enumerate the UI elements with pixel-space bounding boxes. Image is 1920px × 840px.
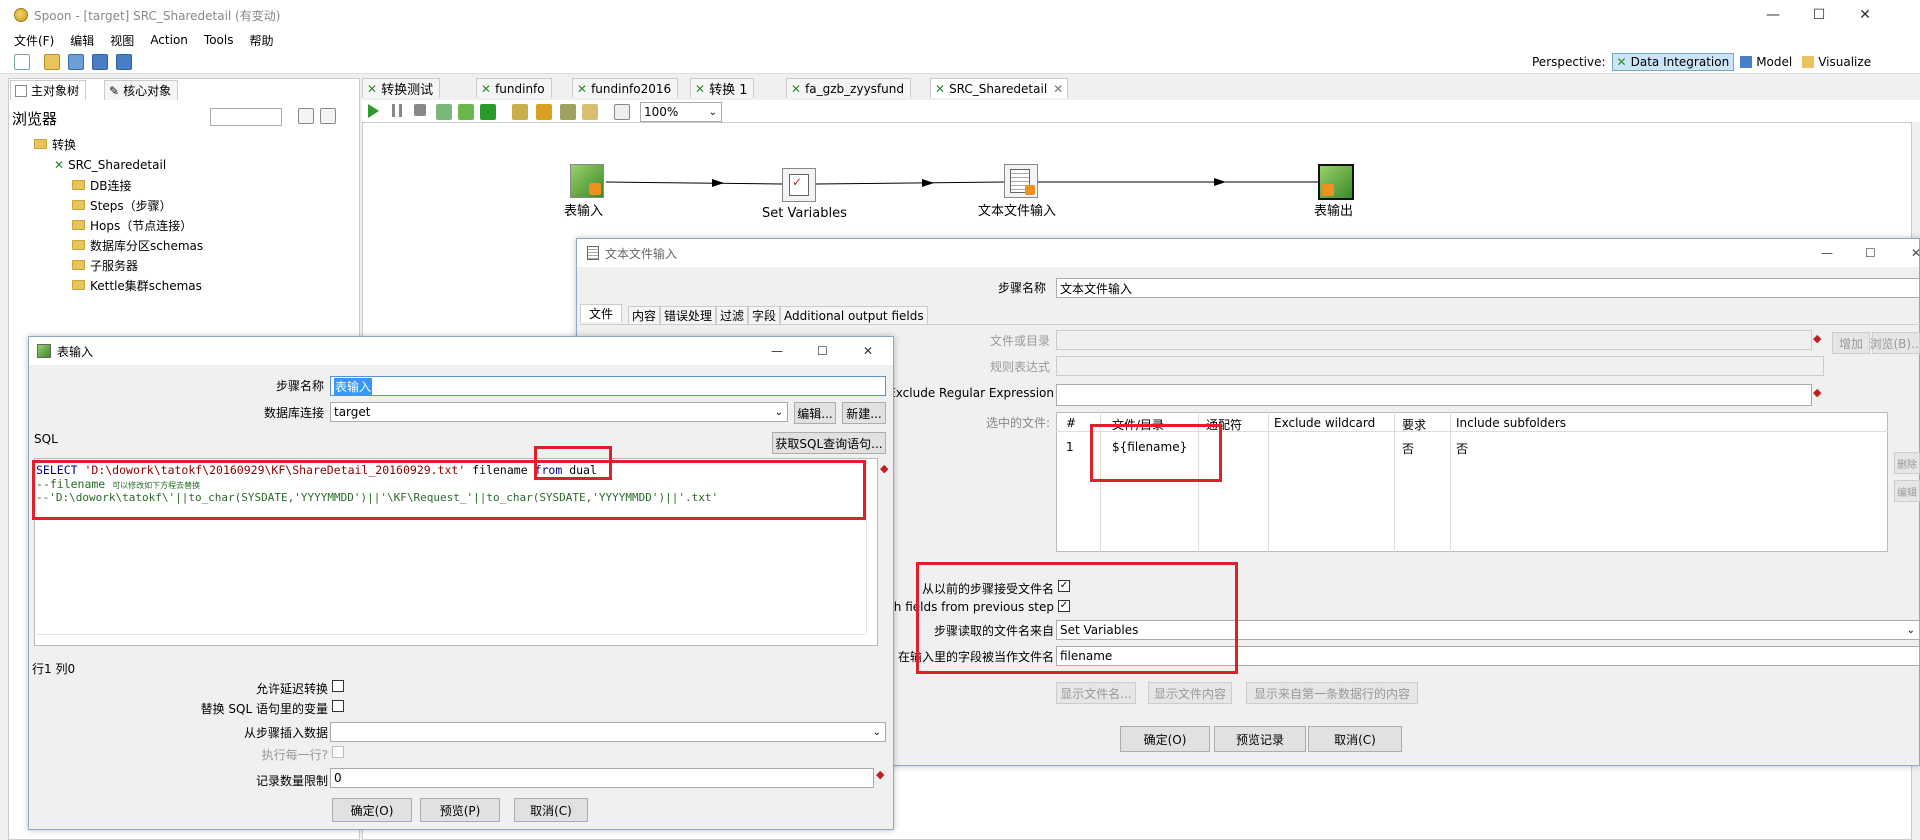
insert-from-step-select[interactable]: ⌄: [330, 722, 886, 742]
tab-additional-output[interactable]: Additional output fields: [780, 306, 928, 324]
hop-2-arrow: [922, 179, 934, 187]
col-header-subfolders: Include subfolders: [1456, 416, 1567, 430]
preview-button[interactable]: 预览(P): [420, 798, 500, 822]
step-name-input[interactable]: 文本文件输入: [1056, 278, 1920, 298]
maximize-button[interactable]: ☐: [1865, 246, 1876, 260]
dialog-title-bar: 文本文件输入 — ☐ ✕: [577, 239, 1920, 267]
db-connection-label: 数据库连接: [263, 406, 324, 420]
hop-2: [815, 181, 1005, 185]
table-input-icon: [589, 183, 601, 195]
tab-fields[interactable]: 字段: [748, 306, 781, 324]
cell-required: 否: [1402, 442, 1415, 456]
dialog-title: 文本文件输入: [605, 246, 678, 261]
node-table-output[interactable]: [1318, 164, 1354, 200]
show-file-content-button[interactable]: 显示文件内容: [1148, 682, 1232, 704]
node-label-table-input: 表输入: [564, 204, 604, 219]
db-connection-select[interactable]: target ⌄: [330, 402, 788, 422]
dialog-title-bar: 表输入 — ☐ ✕: [29, 337, 893, 365]
dialog-title: 表输入: [57, 344, 94, 359]
check-icon: ✓: [792, 175, 803, 189]
limit-input[interactable]: 0: [330, 768, 874, 788]
edit-connection-button[interactable]: 编辑...: [794, 402, 836, 424]
browse-button[interactable]: 浏览(B)...: [1869, 332, 1920, 354]
execute-each-row-label: 执行每一行?: [261, 748, 328, 762]
node-set-variables[interactable]: ✓: [782, 168, 816, 202]
col-divider: [1268, 412, 1269, 552]
cancel-button[interactable]: 取消(C): [1308, 726, 1402, 752]
delete-file-button[interactable]: 删除: [1894, 452, 1920, 474]
col-header-index: #: [1066, 416, 1077, 430]
add-file-button[interactable]: 增加: [1832, 332, 1870, 354]
regex-label: 规则表达式: [989, 360, 1050, 374]
hop-3-arrow: [1214, 178, 1226, 186]
variable-icon: ◆: [1813, 386, 1822, 399]
tab-error-handling[interactable]: 错误处理: [660, 306, 717, 324]
highlight-sql: [32, 460, 866, 520]
file-or-dir-input[interactable]: [1056, 330, 1812, 350]
tab-content[interactable]: 内容: [628, 306, 661, 324]
vertical-scrollbar[interactable]: [866, 460, 876, 634]
variable-icon: ◆: [880, 462, 889, 475]
tab-filter[interactable]: 过滤: [716, 306, 749, 324]
edit-file-button[interactable]: 编辑: [1894, 480, 1920, 502]
hop-1: [605, 181, 783, 185]
col-divider: [1450, 412, 1451, 552]
chevron-down-icon: ⌄: [774, 406, 783, 418]
limit-label: 记录数量限制: [255, 774, 328, 788]
lazy-conversion-checkbox[interactable]: [332, 680, 344, 692]
cursor-position: 行1 列0: [32, 662, 76, 676]
show-filenames-button[interactable]: 显示文件名...: [1056, 682, 1136, 704]
table-output-icon: [1322, 184, 1334, 196]
lazy-conversion-label: 允许延迟转换: [255, 682, 328, 696]
col-header-exclude: Exclude wildcard: [1274, 416, 1376, 430]
replace-variables-label: 替换 SQL 语句里的变量: [200, 702, 328, 716]
show-first-row-button[interactable]: 显示来自第一条数据行的内容: [1246, 682, 1418, 704]
step-name-label: 步骤名称: [275, 379, 324, 393]
tab-file[interactable]: 文件: [580, 304, 623, 322]
file-or-dir-label: 文件或目录: [989, 334, 1050, 348]
chevron-down-icon: ⌄: [872, 726, 881, 738]
node-label-set-variables: Set Variables: [762, 206, 847, 221]
chevron-down-icon: ⌄: [1906, 624, 1915, 636]
col-header-required: 要求: [1402, 418, 1427, 432]
step-name-input[interactable]: 表输入: [330, 376, 886, 396]
highlight-filename-alias: [534, 446, 612, 480]
node-label-table-output: 表输出: [1314, 204, 1354, 219]
selected-files-label: 选中的文件:: [985, 416, 1050, 430]
sql-label: SQL: [34, 432, 58, 446]
arrow-in-icon: [1025, 185, 1035, 195]
hop-1-arrow: [712, 179, 724, 187]
regex-input[interactable]: [1056, 356, 1824, 376]
maximize-button[interactable]: ☐: [817, 344, 828, 358]
execute-each-row-checkbox[interactable]: [332, 746, 344, 758]
col-divider: [1394, 412, 1395, 552]
table-input-icon: [37, 344, 51, 358]
variable-icon: ◆: [1813, 332, 1822, 345]
exclude-regex-input[interactable]: [1056, 384, 1812, 406]
minimize-button[interactable]: —: [1821, 246, 1833, 260]
node-label-text-file-input: 文本文件输入: [978, 204, 1057, 219]
highlight-filename-cell: [1090, 424, 1222, 482]
text-file-icon: [587, 246, 599, 260]
close-button[interactable]: ✕: [1911, 246, 1920, 260]
cancel-button[interactable]: 取消(C): [514, 798, 588, 822]
insert-from-step-label: 从步骤插入数据: [243, 726, 328, 740]
close-button[interactable]: ✕: [863, 344, 873, 358]
horizontal-scrollbar[interactable]: [36, 634, 866, 644]
cell-subfolders: 否: [1456, 442, 1469, 456]
replace-variables-checkbox[interactable]: [332, 700, 344, 712]
highlight-filename-options: [916, 562, 1238, 674]
node-text-file-input[interactable]: [1004, 164, 1038, 198]
ok-button[interactable]: 确定(O): [332, 798, 412, 822]
get-sql-button[interactable]: 获取SQL查询语句...: [772, 432, 886, 454]
variable-icon: ◆: [876, 768, 885, 781]
new-connection-button[interactable]: 新建...: [842, 402, 886, 424]
exclude-regex-label: Exclude Regular Expression: [888, 386, 1054, 400]
ok-button[interactable]: 确定(O): [1120, 726, 1210, 752]
cell-index: 1: [1066, 440, 1074, 454]
minimize-button[interactable]: —: [771, 344, 783, 358]
step-name-label: 步骤名称: [997, 281, 1046, 295]
node-table-input[interactable]: [570, 164, 604, 198]
preview-records-button[interactable]: 预览记录: [1214, 726, 1306, 752]
